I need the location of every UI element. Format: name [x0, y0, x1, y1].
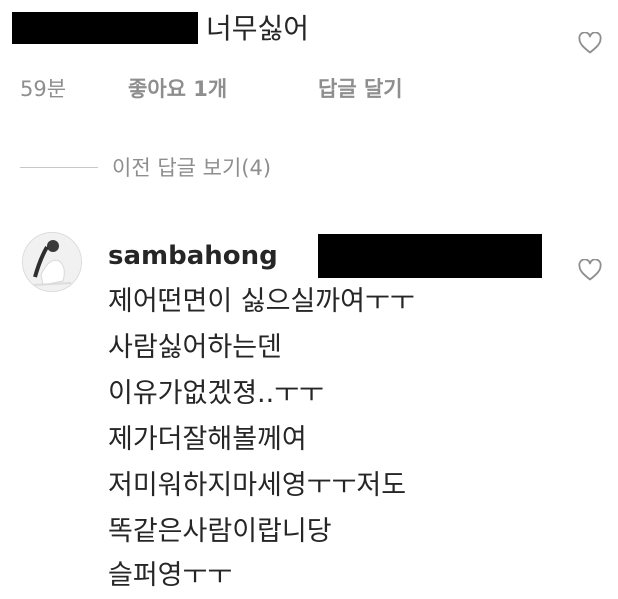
reply-button[interactable]: 답글 달기 [318, 74, 403, 104]
like-count-button[interactable]: 좋아요 1개 [128, 74, 227, 104]
reply-username[interactable]: sambahong [108, 238, 278, 274]
heart-icon[interactable] [578, 32, 602, 54]
reply-text-line: 저미워하지마세영ㅜㅜ저도 [108, 470, 407, 501]
comment-text: 너무싫어 [206, 12, 310, 45]
avatar[interactable] [22, 232, 82, 292]
avatar-image [23, 233, 81, 291]
heart-icon[interactable] [578, 259, 602, 281]
reply-text-line: 똑같은사람이랍니당 [108, 516, 332, 547]
reply-text-line: 제가더잘해볼께여 [108, 424, 307, 455]
reply-text-line: 사람싫어하는덴 [108, 332, 282, 363]
view-previous-replies-button[interactable]: 이전 답글 보기(4) [112, 152, 271, 184]
comment-time: 59분 [20, 77, 67, 101]
redacted-name [318, 234, 542, 278]
replies-divider [20, 167, 98, 168]
reply-text-line: 제어떤면이 싫으실까여ㅜㅜ [108, 286, 415, 317]
reply-text-line: 슬퍼영ㅜㅜ [108, 560, 233, 591]
reply-text-line: 이유가없겠졍..ㅜㅜ [108, 378, 324, 409]
redacted-username [12, 12, 198, 44]
